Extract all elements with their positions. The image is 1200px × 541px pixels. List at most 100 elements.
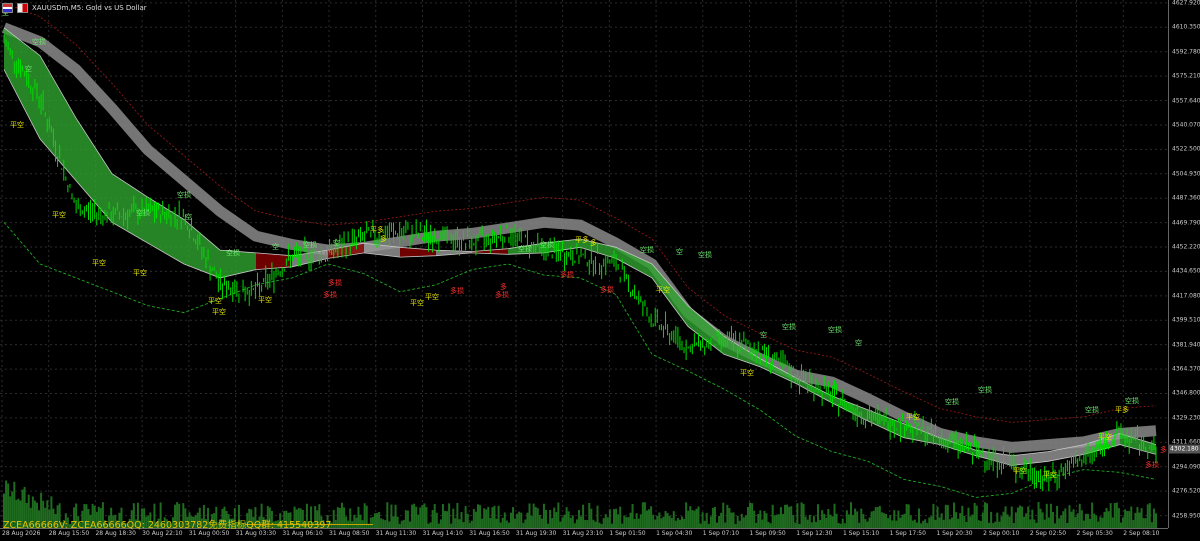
- volume-bar: [983, 502, 986, 528]
- volume-bar: [421, 504, 424, 528]
- price-chart[interactable]: [0, 0, 1200, 540]
- volume-bar: [841, 518, 844, 528]
- volume-bar: [909, 515, 912, 528]
- chart-window[interactable]: XAUUSDm,M5: Gold vs US Dollar 4627.920 46…: [0, 0, 1200, 540]
- volume-bar: [759, 510, 762, 528]
- volume-bar: [1031, 509, 1034, 528]
- volume-bar: [720, 512, 723, 528]
- signal-label-short: 空: [25, 65, 32, 73]
- volume-bar: [648, 509, 651, 528]
- volume-bar: [697, 506, 700, 528]
- volume-bar: [790, 506, 793, 528]
- signal-label-close-short: 平空: [1098, 433, 1112, 441]
- volume-bar: [746, 506, 749, 528]
- volume-bar: [1056, 505, 1059, 528]
- volume-bar: [472, 509, 475, 528]
- signal-label-long-add: 多损: [600, 286, 614, 294]
- volume-bar: [388, 521, 391, 528]
- volume-bar: [678, 519, 681, 528]
- volume-bar: [1078, 503, 1081, 528]
- time-tick-label: 1 Sep 12:30: [796, 530, 833, 537]
- volume-bar: [969, 516, 972, 528]
- volume-bar: [849, 502, 852, 528]
- volume-bar: [957, 518, 960, 528]
- volume-bar: [619, 506, 622, 528]
- volume-bar: [1134, 512, 1137, 528]
- volume-bar: [1140, 508, 1143, 528]
- volume-bar: [557, 502, 560, 528]
- volume-bar: [561, 517, 564, 528]
- volume-bar: [928, 517, 931, 528]
- volume-bar: [847, 514, 850, 528]
- signal-label-short-add: 空损: [518, 245, 532, 253]
- volume-bar: [658, 512, 661, 528]
- price-tick-label: 4399.510: [1172, 316, 1200, 324]
- volume-bar: [1113, 503, 1116, 528]
- volume-bar: [763, 510, 766, 528]
- time-tick-label: 31 Aug 14:10: [422, 530, 463, 537]
- chart-title-bar: XAUUSDm,M5: Gold vs US Dollar: [2, 2, 147, 14]
- volume-bar: [1089, 518, 1092, 528]
- volume-bar: [540, 518, 543, 528]
- signal-label-long: 多: [500, 283, 507, 291]
- volume-bar: [382, 519, 385, 528]
- volume-bar: [1010, 506, 1013, 528]
- volume-bar: [944, 504, 947, 528]
- volume-bar: [1037, 502, 1040, 528]
- signal-label-close-short: 平空: [740, 369, 754, 377]
- volume-bar: [542, 503, 545, 528]
- volume-bar: [751, 503, 754, 528]
- volume-bar: [1115, 502, 1118, 528]
- volume-bar: [582, 504, 585, 528]
- price-tick-label: 4557.640: [1172, 97, 1200, 105]
- volume-bar: [1136, 507, 1139, 528]
- volume-bar: [1080, 510, 1083, 528]
- volume-bar: [942, 519, 945, 528]
- volume-bar: [784, 504, 787, 528]
- volume-bar: [569, 517, 572, 528]
- time-tick-label: 28 Aug 18:30: [95, 530, 136, 537]
- chart-type-icon[interactable]: [17, 3, 28, 13]
- volume-bar: [1111, 517, 1114, 528]
- volume-bar: [538, 514, 541, 528]
- volume-bar: [804, 516, 807, 528]
- signal-label-short-add: 空损: [136, 209, 150, 217]
- time-tick-label: 1 Sep 04:30: [656, 530, 693, 537]
- volume-bar: [584, 519, 587, 528]
- volume-bar: [580, 516, 583, 528]
- time-tick-label: 28 Aug 15:50: [48, 530, 90, 537]
- price-tick-label: 4381.940: [1172, 341, 1200, 349]
- time-tick-label: 2 Sep 08:10: [1123, 530, 1160, 537]
- volume-bar: [384, 520, 387, 528]
- volume-bar: [713, 506, 716, 528]
- volume-bar: [1091, 502, 1094, 528]
- volume-bar: [922, 520, 925, 528]
- volume-bar: [905, 504, 908, 528]
- volume-bar: [460, 511, 463, 528]
- volume-bar: [726, 504, 729, 528]
- volume-bar: [722, 502, 725, 528]
- signal-label-short: 空: [760, 331, 767, 339]
- volume-bar: [470, 520, 473, 528]
- signal-label-long-add: 多损: [328, 279, 342, 287]
- volume-bar: [872, 510, 875, 528]
- volume-bar: [691, 510, 694, 528]
- volume-bar: [833, 503, 836, 528]
- time-tick-label: 31 Aug 23:10: [562, 530, 604, 537]
- volume-bar: [1146, 504, 1149, 528]
- volume-bar: [536, 508, 539, 528]
- volume-bar: [913, 519, 916, 528]
- signal-label-close-short: 平空: [906, 413, 920, 421]
- volume-bar: [1064, 508, 1067, 528]
- volume-bar: [856, 511, 859, 528]
- volume-bar: [1105, 508, 1108, 528]
- volume-bar: [485, 509, 488, 528]
- volume-bar: [464, 506, 467, 528]
- volume-bar: [831, 516, 834, 528]
- signal-label-short-add: 空损: [978, 386, 992, 394]
- volume-bar: [441, 504, 444, 528]
- price-tick-label: 4452.220: [1172, 243, 1200, 251]
- volume-bar: [990, 511, 993, 528]
- volume-bar: [417, 514, 420, 528]
- volume-bar: [946, 505, 949, 528]
